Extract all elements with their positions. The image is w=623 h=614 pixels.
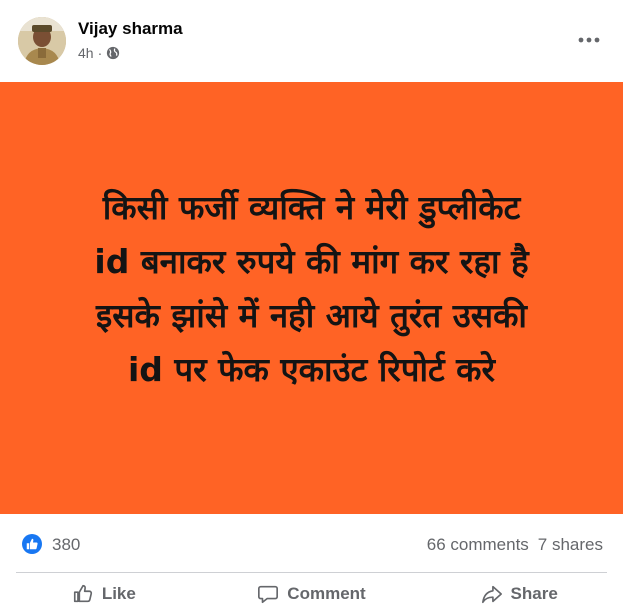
more-options-button[interactable] [577, 30, 601, 50]
comment-icon [258, 585, 279, 604]
image-text-line: id बनाकर रुपये की मांग कर रहा है [94, 242, 529, 281]
post-stats: 380 66 comments 7 shares [0, 514, 623, 574]
meta-separator: · [97, 45, 103, 61]
image-text-line: इसके झांसे में नही आये तुरंत उसकी [96, 296, 527, 335]
post-card: Vijay sharma 4h · किसी फर्जी व्यक्ति ने … [0, 0, 623, 614]
thumbs-up-icon [26, 538, 38, 550]
action-bar: Like Comment Share [0, 574, 623, 614]
like-label: Like [101, 584, 136, 603]
like-reaction-icon[interactable] [22, 534, 42, 554]
share-icon [481, 585, 502, 604]
like-button[interactable]: Like [0, 574, 208, 614]
author-name[interactable]: Vijay sharma [78, 19, 183, 39]
post-image[interactable]: किसी फर्जी व्यक्ति ने मेरी डुप्लीकेट id … [0, 82, 623, 514]
more-options-icon [578, 37, 600, 43]
image-text-line: किसी फर्जी व्यक्ति ने मेरी डुप्लीकेट [102, 188, 521, 227]
thumbs-up-icon [73, 584, 92, 603]
shares-count[interactable]: 7 shares [538, 535, 603, 555]
share-label: Share [510, 584, 558, 603]
reaction-count[interactable]: 380 [52, 535, 80, 555]
comment-button[interactable]: Comment [208, 574, 416, 614]
globe-icon[interactable] [106, 46, 120, 60]
image-text-line: id पर फेक एकाउंट रिपोर्ट करे [127, 350, 496, 389]
comment-label: Comment [287, 584, 366, 603]
comments-count[interactable]: 66 comments [427, 535, 529, 555]
post-header: Vijay sharma 4h · [0, 0, 623, 82]
post-meta: 4h · [78, 45, 120, 61]
post-image-text: किसी फर्जी व्यक्ति ने मेरी डुप्लीकेट id … [12, 181, 612, 397]
avatar-photo-icon [18, 17, 66, 65]
engagement-counts: 66 comments 7 shares [427, 535, 603, 555]
avatar[interactable] [18, 17, 66, 65]
share-button[interactable]: Share [415, 574, 623, 614]
post-time[interactable]: 4h [78, 45, 94, 61]
divider [16, 572, 607, 573]
